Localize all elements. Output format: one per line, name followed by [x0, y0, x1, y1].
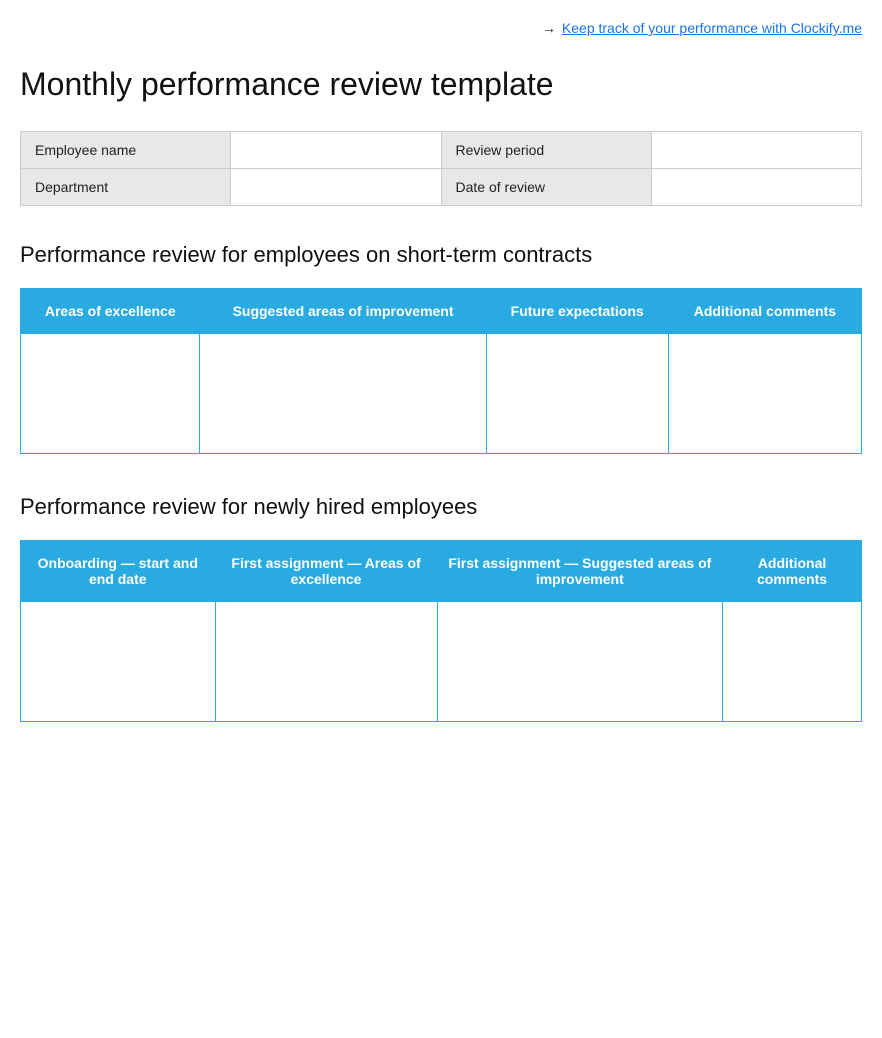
- section1-title: Performance review for employees on shor…: [20, 242, 862, 268]
- section2-cell-2[interactable]: [215, 602, 437, 722]
- section1-header-areas-excellence: Areas of excellence: [21, 289, 200, 334]
- employee-name-label: Employee name: [21, 132, 231, 169]
- section2-title: Performance review for newly hired emplo…: [20, 494, 862, 520]
- arrow-icon: →: [542, 20, 556, 36]
- section1-data-row: [21, 334, 862, 454]
- date-of-review-value[interactable]: [651, 169, 861, 206]
- employee-name-value[interactable]: [231, 132, 441, 169]
- section2-data-row: [21, 602, 862, 722]
- section1-cell-1[interactable]: [21, 334, 200, 454]
- section2-table: Onboarding — start and end date First as…: [20, 540, 862, 722]
- section2-header-row: Onboarding — start and end date First as…: [21, 541, 862, 602]
- section1-header-suggested-areas: Suggested areas of improvement: [200, 289, 486, 334]
- section1-header-row: Areas of excellence Suggested areas of i…: [21, 289, 862, 334]
- review-period-label: Review period: [441, 132, 651, 169]
- section2-header-onboarding: Onboarding — start and end date: [21, 541, 216, 602]
- section1-table: Areas of excellence Suggested areas of i…: [20, 288, 862, 454]
- section2-header-additional-comments: Additional comments: [723, 541, 862, 602]
- section1-block: Performance review for employees on shor…: [20, 242, 862, 454]
- section1-cell-3[interactable]: [486, 334, 668, 454]
- page-title: Monthly performance review template: [20, 66, 862, 103]
- section2-cell-3[interactable]: [437, 602, 723, 722]
- section1-header-future-expectations: Future expectations: [486, 289, 668, 334]
- section2-block: Performance review for newly hired emplo…: [20, 494, 862, 722]
- section2-header-first-assignment-excellence: First assignment — Areas of excellence: [215, 541, 437, 602]
- section2-cell-4[interactable]: [723, 602, 862, 722]
- info-row-1: Employee name Review period: [21, 132, 862, 169]
- department-value[interactable]: [231, 169, 441, 206]
- top-link-row: → Keep track of your performance with Cl…: [20, 20, 862, 36]
- info-row-2: Department Date of review: [21, 169, 862, 206]
- date-of-review-label: Date of review: [441, 169, 651, 206]
- section2-cell-1[interactable]: [21, 602, 216, 722]
- info-table: Employee name Review period Department D…: [20, 131, 862, 206]
- clockify-link[interactable]: Keep track of your performance with Cloc…: [562, 20, 862, 36]
- department-label: Department: [21, 169, 231, 206]
- section1-cell-2[interactable]: [200, 334, 486, 454]
- section2-header-first-assignment-improvement: First assignment — Suggested areas of im…: [437, 541, 723, 602]
- section1-cell-4[interactable]: [668, 334, 861, 454]
- section1-header-additional-comments: Additional comments: [668, 289, 861, 334]
- review-period-value[interactable]: [651, 132, 861, 169]
